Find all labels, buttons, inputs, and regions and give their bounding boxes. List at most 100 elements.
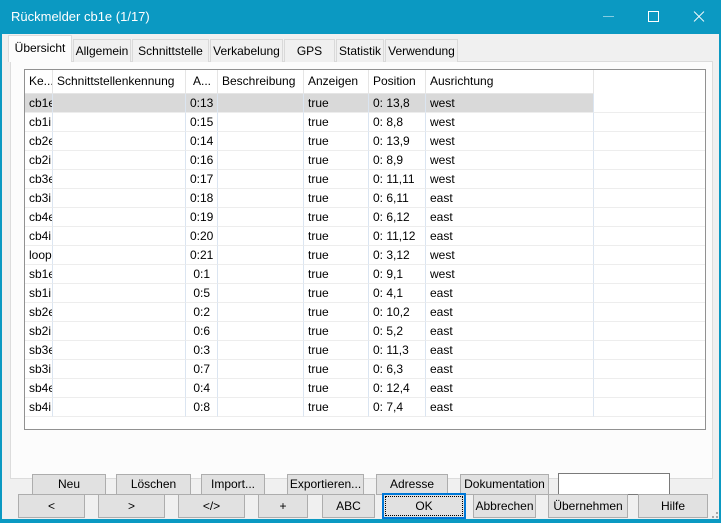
cell-a: 0:17	[186, 170, 218, 189]
apply-button[interactable]: Übernehmen	[548, 494, 628, 518]
cell-a: 0:8	[186, 398, 218, 417]
cell-anzeigen: true	[304, 341, 369, 360]
close-icon	[692, 10, 706, 24]
close-button[interactable]	[676, 0, 721, 33]
cell-ke: sb2e	[25, 303, 53, 322]
cell-schnittstellenkennung	[53, 360, 186, 379]
cell-ausrichtung: west	[426, 246, 594, 265]
table-row-cb3e[interactable]: cb3e0:17true0: 11,11west	[25, 170, 705, 189]
prev-button[interactable]: <	[18, 494, 85, 518]
tab-verkabelung[interactable]: Verkabelung	[210, 39, 283, 62]
tab-verwendung[interactable]: Verwendung	[385, 39, 458, 62]
maximize-button[interactable]	[631, 0, 676, 33]
column-header-schnittstellenkennung[interactable]: Schnittstellenkennung	[53, 70, 186, 94]
table-row-sb1i[interactable]: sb1i0:5true0: 4,1east	[25, 284, 705, 303]
cell-filler	[594, 341, 705, 360]
cell-anzeigen: true	[304, 322, 369, 341]
abc-button[interactable]: ABC	[322, 494, 375, 518]
tab-allgemein[interactable]: Allgemein	[73, 39, 131, 62]
tab-gps[interactable]: GPS	[284, 39, 335, 62]
cell-beschreibung	[218, 398, 304, 417]
help-button[interactable]: Hilfe	[638, 494, 708, 518]
cell-anzeigen: true	[304, 170, 369, 189]
ok-button[interactable]: OK	[382, 493, 466, 519]
cell-ausrichtung: west	[426, 94, 594, 113]
resize-grip-icon[interactable]	[708, 508, 718, 518]
plus-button[interactable]: +	[258, 494, 308, 518]
cell-position: 0: 11,3	[369, 341, 426, 360]
cell-beschreibung	[218, 265, 304, 284]
column-header-beschreibung[interactable]: Beschreibung	[218, 70, 304, 94]
table-row-cb3i[interactable]: cb3i0:18true0: 6,11east	[25, 189, 705, 208]
table-row-cb4i[interactable]: cb4i0:20true0: 11,12east	[25, 227, 705, 246]
cell-position: 0: 10,2	[369, 303, 426, 322]
table-row-cb1e[interactable]: cb1e0:13true0: 13,8west	[25, 94, 705, 113]
code-button[interactable]: </>	[178, 494, 245, 518]
tab-ubersicht[interactable]: Übersicht	[8, 35, 72, 62]
table-row-sb2i[interactable]: sb2i0:6true0: 5,2east	[25, 322, 705, 341]
cell-anzeigen: true	[304, 265, 369, 284]
column-header-ausrichtung[interactable]: Ausrichtung	[426, 70, 594, 94]
cell-beschreibung	[218, 94, 304, 113]
table-row-sb4e[interactable]: sb4e0:4true0: 12,4east	[25, 379, 705, 398]
column-header-ke[interactable]: Ke...	[25, 70, 53, 94]
title-bar[interactable]: Rückmelder cb1e (1/17)	[0, 0, 721, 34]
cell-filler	[594, 398, 705, 417]
text-field[interactable]	[558, 473, 670, 495]
table-row-sb2e[interactable]: sb2e0:2true0: 10,2east	[25, 303, 705, 322]
cancel-button[interactable]: Abbrechen	[473, 494, 536, 518]
cell-a: 0:16	[186, 151, 218, 170]
table-row-sb3i[interactable]: sb3i0:7true0: 6,3east	[25, 360, 705, 379]
import-button[interactable]: Import...	[201, 474, 265, 495]
column-header-position[interactable]: Position	[369, 70, 426, 94]
cell-anzeigen: true	[304, 246, 369, 265]
cell-anzeigen: true	[304, 208, 369, 227]
cell-anzeigen: true	[304, 189, 369, 208]
delete-button[interactable]: Löschen	[116, 474, 191, 495]
address-button[interactable]: Adresse	[376, 474, 448, 495]
tab-statistik[interactable]: Statistik	[336, 39, 384, 62]
cell-ausrichtung: west	[426, 113, 594, 132]
table-row-cb2e[interactable]: cb2e0:14true0: 13,9west	[25, 132, 705, 151]
table-row-sb1e[interactable]: sb1e0:1true0: 9,1west	[25, 265, 705, 284]
table-row-sb3e[interactable]: sb3e0:3true0: 11,3east	[25, 341, 705, 360]
cell-position: 0: 11,12	[369, 227, 426, 246]
cell-position: 0: 8,9	[369, 151, 426, 170]
cell-filler	[594, 303, 705, 322]
cell-position: 0: 8,8	[369, 113, 426, 132]
cell-anzeigen: true	[304, 303, 369, 322]
column-header-anzeigen[interactable]: Anzeigen	[304, 70, 369, 94]
cell-a: 0:1	[186, 265, 218, 284]
table-row-sb4i[interactable]: sb4i0:8true0: 7,4east	[25, 398, 705, 417]
table-row-cb4e[interactable]: cb4e0:19true0: 6,12east	[25, 208, 705, 227]
dialog-client-area: ÜbersichtAllgemeinSchnittstelleVerkabelu…	[2, 34, 719, 519]
cell-anzeigen: true	[304, 227, 369, 246]
cell-schnittstellenkennung	[53, 341, 186, 360]
cell-beschreibung	[218, 341, 304, 360]
export-button[interactable]: Exportieren...	[287, 474, 364, 495]
cell-position: 0: 9,1	[369, 265, 426, 284]
cell-ausrichtung: west	[426, 151, 594, 170]
documentation-button[interactable]: Dokumentation	[460, 474, 549, 495]
cell-position: 0: 13,8	[369, 94, 426, 113]
cell-ke: sb1i	[25, 284, 53, 303]
cell-ke: cb1e	[25, 94, 53, 113]
next-button[interactable]: >	[98, 494, 165, 518]
cell-schnittstellenkennung	[53, 113, 186, 132]
table-row-loop[interactable]: loop0:21true0: 3,12west	[25, 246, 705, 265]
cell-position: 0: 6,12	[369, 208, 426, 227]
new-button[interactable]: Neu	[32, 474, 106, 495]
cell-ausrichtung: east	[426, 322, 594, 341]
cell-schnittstellenkennung	[53, 132, 186, 151]
column-header-a[interactable]: A...	[186, 70, 218, 94]
cell-ke: sb3e	[25, 341, 53, 360]
cell-anzeigen: true	[304, 94, 369, 113]
table-row-cb2i[interactable]: cb2i0:16true0: 8,9west	[25, 151, 705, 170]
tab-schnittstelle[interactable]: Schnittstelle	[132, 39, 209, 62]
cell-ausrichtung: west	[426, 132, 594, 151]
minimize-button[interactable]	[586, 0, 631, 33]
table-row-cb1i[interactable]: cb1i0:15true0: 8,8west	[25, 113, 705, 132]
cell-a: 0:20	[186, 227, 218, 246]
cell-beschreibung	[218, 227, 304, 246]
cell-ke: sb4i	[25, 398, 53, 417]
